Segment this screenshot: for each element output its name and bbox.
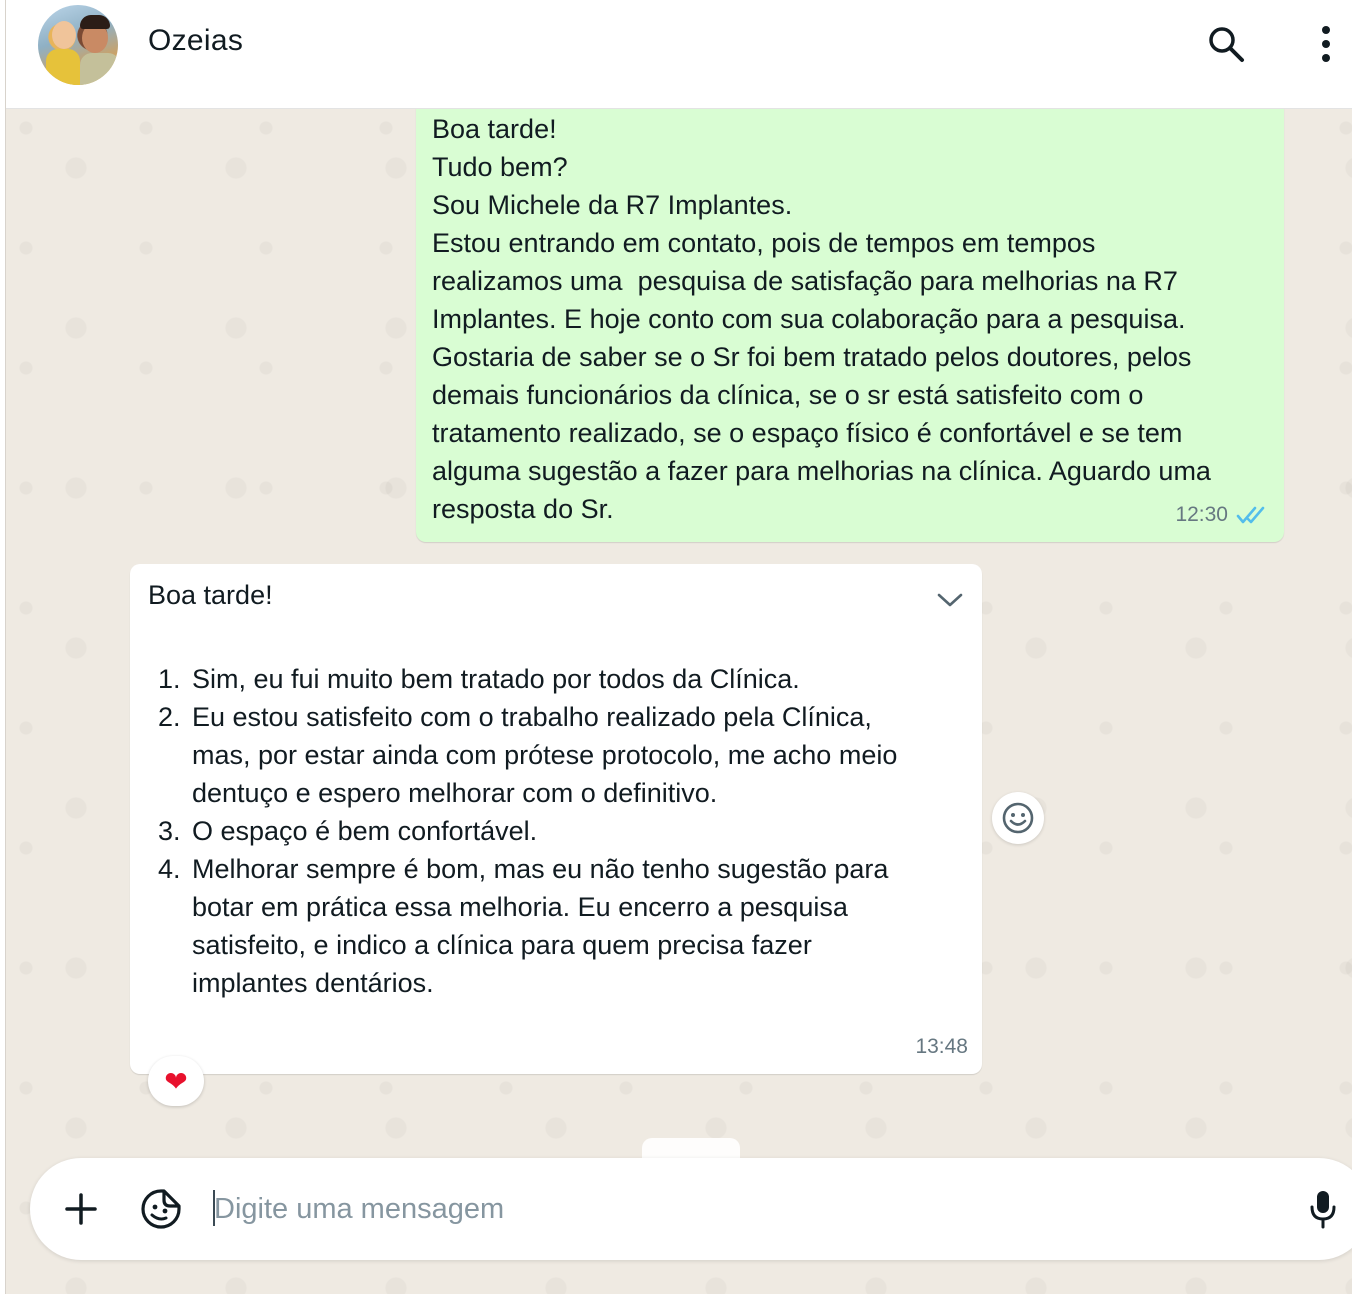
outgoing-message-line: demais funcionários da clínica, se o sr … [432, 380, 1144, 410]
answer-line: botar em prática essa melhoria. Eu encer… [192, 892, 848, 922]
outgoing-message-line: Sou Michele da R7 Implantes. [432, 190, 793, 220]
double-check-read-icon [1236, 506, 1265, 524]
outgoing-message-line: Tudo bem? [432, 152, 568, 182]
outgoing-message-line: realizamos uma pesquisa de satisfação pa… [432, 266, 1178, 296]
plus-icon [65, 1193, 97, 1225]
react-button[interactable] [992, 792, 1044, 844]
text-cursor [213, 1190, 215, 1226]
answer-line: Eu estou satisfeito com o trabalho reali… [192, 702, 872, 732]
outgoing-message-text: Boa tarde! Tudo bem? Sou Michele da R7 Imp… [432, 110, 1268, 528]
chevron-down-icon [937, 593, 963, 607]
outgoing-message-line: resposta do Sr. [432, 494, 614, 524]
outgoing-message-meta: 12:30 [1175, 496, 1266, 534]
answer-line: Sim, eu fui muito bem tratado por todos … [192, 664, 800, 694]
incoming-message-meta: 13:48 [915, 1028, 968, 1066]
message-reaction[interactable]: ❤ [148, 1056, 204, 1106]
answer-line: satisfeito, e indico a clínica para quem… [192, 930, 812, 960]
answer-number: 2. [158, 702, 181, 732]
outgoing-message-line: tratamento realizado, se o espaço físico… [432, 418, 1183, 448]
contact-avatar[interactable] [38, 5, 118, 85]
whatsapp-chat-window: Ozeias Boa tarde! Tudo bem? Sou Michele da… [0, 0, 1352, 1294]
heart-reaction-icon: ❤ [164, 1065, 188, 1097]
menu-button[interactable] [1304, 22, 1348, 66]
attach-button[interactable] [58, 1186, 104, 1232]
outgoing-message-line: Boa tarde! [432, 114, 557, 144]
contact-name[interactable]: Ozeias [148, 24, 243, 58]
answer-line: dentuço e espero melhorar com o definiti… [192, 778, 718, 808]
answer-line: implantes dentários. [192, 968, 434, 998]
message-list[interactable]: Boa tarde! Tudo bem? Sou Michele da R7 Imp… [6, 108, 1352, 1294]
sticker-icon [141, 1189, 181, 1229]
outgoing-message-line: Implantes. E hoje conto com sua colabora… [432, 304, 1186, 334]
incoming-answer-list: 1. Sim, eu fui muito bem tratado por todo… [148, 660, 964, 1002]
avatar-hair [80, 15, 110, 29]
outgoing-message-line: Gostaria de saber se o Sr foi bem tratad… [432, 342, 1192, 372]
message-options-button[interactable] [932, 582, 968, 618]
smiley-icon [1002, 802, 1034, 834]
outgoing-message-time: 12:30 [1175, 503, 1228, 526]
sticker-button[interactable] [138, 1186, 184, 1232]
answer-line: mas, por estar ainda com prótese protoco… [192, 740, 898, 770]
answer-line: Melhorar sempre é bom, mas eu não tenho … [192, 854, 889, 884]
microphone-icon [1310, 1191, 1336, 1229]
search-icon [1209, 27, 1244, 62]
answer-list-item: 2. Eu estou satisfeito com o trabalho rea… [148, 698, 964, 812]
answer-list-item: 3. O espaço é bem confortável. [148, 812, 964, 850]
avatar-figure-child [46, 49, 80, 85]
incoming-message-bubble[interactable]: Boa tarde! 1. Sim, eu fui muito bem trata… [130, 564, 982, 1074]
outgoing-message-bubble[interactable]: Boa tarde! Tudo bem? Sou Michele da R7 Imp… [416, 108, 1284, 542]
search-button[interactable] [1204, 22, 1248, 66]
incoming-message-time: 13:48 [915, 1035, 968, 1058]
answer-number: 4. [158, 854, 181, 884]
answer-list-item: 4. Melhorar sempre é bom, mas eu não tenh… [148, 850, 964, 1002]
more-vert-icon [1322, 26, 1330, 62]
chat-header: Ozeias [6, 0, 1352, 109]
scroll-indicator[interactable] [642, 1138, 740, 1160]
message-input[interactable] [212, 1184, 1274, 1234]
answer-list-item: 1. Sim, eu fui muito bem tratado por todo… [148, 660, 964, 698]
answer-line: O espaço é bem confortável. [192, 816, 538, 846]
outgoing-message-line: Estou entrando em contato, pois de tempo… [432, 228, 1096, 258]
outgoing-message-line: alguma sugestão a fazer para melhorias n… [432, 456, 1211, 486]
answer-number: 1. [158, 664, 181, 694]
incoming-greeting: Boa tarde! [148, 580, 273, 610]
avatar-face-child [52, 21, 76, 49]
answer-number: 3. [158, 816, 181, 846]
message-composer [30, 1158, 1352, 1260]
avatar-figure-adult [80, 53, 118, 85]
window-edge [0, 0, 6, 1294]
voice-message-button[interactable] [1300, 1186, 1346, 1232]
